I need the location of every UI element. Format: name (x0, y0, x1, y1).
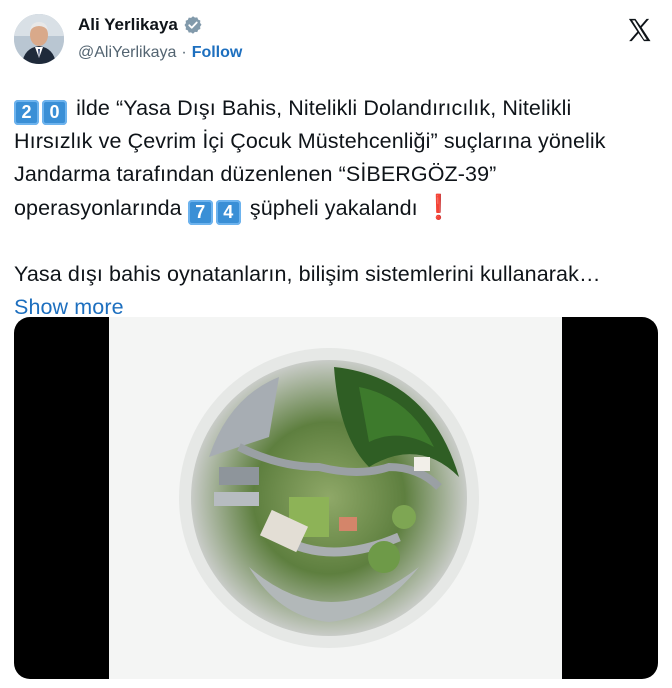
keycap-digit: 7 (187, 200, 213, 225)
video-frame (109, 317, 562, 679)
tiny-planet-aerial-image (179, 348, 479, 648)
avatar-image (14, 14, 64, 64)
keycap-digit: 0 (42, 100, 67, 125)
author-name[interactable]: Ali Yerlikaya (78, 15, 178, 35)
tweet-text-part: Yasa dışı bahis oynatanların, bilişim si… (14, 262, 601, 286)
author-name-row: Ali Yerlikaya (78, 15, 203, 35)
keycap-digit: 2 (14, 100, 39, 125)
author-handle[interactable]: @AliYerlikaya (78, 44, 176, 62)
author-handle-row: @AliYerlikaya · Follow (78, 44, 242, 62)
keycap-digit: 4 (215, 200, 241, 225)
separator-dot: · (181, 44, 187, 61)
x-logo-icon[interactable] (626, 16, 654, 44)
video-media[interactable] (14, 317, 658, 679)
tweet-body: 20 ilde “Yasa Dışı Bahis, Nitelikli Dola… (14, 92, 654, 324)
tweet-text-part: şüpheli yakalandı (243, 196, 424, 220)
exclamation-icon: ❗ (423, 194, 454, 221)
verified-badge-icon (184, 16, 202, 34)
tweet-header: Ali Yerlikaya @AliYerlikaya · Follow (14, 14, 658, 74)
show-more-link[interactable]: Show more (14, 295, 124, 319)
avatar[interactable] (14, 14, 64, 64)
follow-button[interactable]: Follow (192, 44, 243, 62)
